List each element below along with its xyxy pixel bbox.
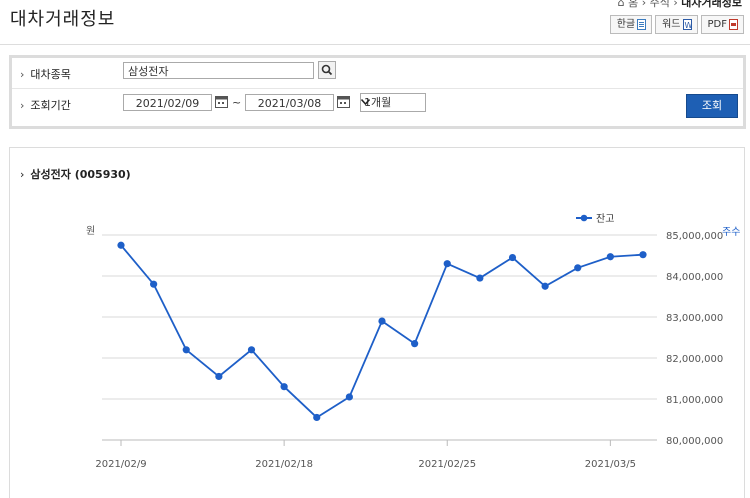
hwp-file-icon <box>637 19 647 30</box>
breadcrumb-home[interactable]: 홈 <box>628 0 638 9</box>
download-word-button[interactable]: 워드 W <box>655 15 698 34</box>
data-point <box>345 393 353 401</box>
download-hwp-button[interactable]: 한글 <box>609 15 653 34</box>
data-point <box>117 241 125 249</box>
download-buttons: 한글 워드 W PDF <box>609 15 744 34</box>
pdf-file-icon <box>729 19 738 30</box>
title-divider <box>0 44 750 45</box>
right-unit-label: 주수 <box>722 226 740 238</box>
data-point <box>606 253 614 261</box>
search-icon <box>321 64 333 76</box>
data-point <box>280 383 288 391</box>
stock-input[interactable]: 삼성전자 <box>123 62 314 79</box>
stock-search-button[interactable] <box>318 61 336 79</box>
date-to-input[interactable]: 2021/03/08 <box>245 94 334 111</box>
search-panel: 대차종목 삼성전자 조회기간 2021/02/09 ~ 2021/03/08 1… <box>9 55 746 129</box>
y-tick-label: 83,000,000 <box>666 313 723 324</box>
calendar-from-icon[interactable] <box>215 95 228 108</box>
word-file-icon: W <box>682 19 692 30</box>
data-point <box>150 280 158 288</box>
download-pdf-button[interactable]: PDF <box>700 15 744 34</box>
legend-marker <box>580 214 588 222</box>
chart-panel: 삼성전자 (005930) 85,000,00084,000,00083,000… <box>9 147 745 498</box>
svg-text:W: W <box>684 21 692 30</box>
series-line-잔고 <box>120 244 644 419</box>
y-tick-label: 80,000,000 <box>666 436 723 447</box>
data-point <box>411 340 419 348</box>
date-range-separator: ~ <box>232 96 242 109</box>
data-point <box>313 413 321 422</box>
home-icon[interactable]: ⌂ <box>618 0 625 9</box>
submit-button[interactable]: 조회 <box>686 94 738 118</box>
date-from-input[interactable]: 2021/02/09 <box>123 94 212 111</box>
stock-row: 대차종목 삼성전자 <box>12 58 743 89</box>
download-hwp-label: 한글 <box>616 19 636 30</box>
data-point <box>247 346 256 354</box>
data-point <box>508 253 517 262</box>
x-tick-label: 2021/02/9 <box>95 459 146 470</box>
range-select[interactable]: 1개월 <box>360 93 426 112</box>
y-tick-label: 85,000,000 <box>666 231 723 242</box>
data-point <box>476 274 484 282</box>
download-word-label: 워드 <box>662 19 681 30</box>
data-point <box>541 282 549 290</box>
legend-label: 잔고 <box>596 213 614 225</box>
data-point <box>443 260 451 268</box>
breadcrumb-current: 대차거래정보 <box>681 0 742 9</box>
y-tick-label: 81,000,000 <box>666 395 723 406</box>
x-tick-label: 2021/03/5 <box>585 459 636 470</box>
period-label: 조회기간 <box>20 97 70 113</box>
x-tick-label: 2021/02/25 <box>418 459 476 470</box>
y-tick-label: 84,000,000 <box>666 272 723 283</box>
data-point <box>639 251 647 259</box>
breadcrumb-stock[interactable]: 주식 <box>650 0 670 9</box>
data-point <box>574 264 582 272</box>
breadcrumb: ⌂ 홈 › 주식 › 대차거래정보 <box>618 0 742 10</box>
data-point <box>182 346 190 354</box>
balance-line-chart: 85,000,000 84,000,000 83,000,000 82,000,000… <box>86 213 740 470</box>
download-pdf-label: PDF <box>707 19 727 30</box>
y-tick-label: 82,000,000 <box>666 354 723 365</box>
calendar-to-icon[interactable] <box>337 95 350 108</box>
data-point <box>215 372 223 381</box>
data-point <box>378 317 386 325</box>
chevron-down-icon <box>361 99 370 105</box>
stock-label: 대차종목 <box>20 66 70 82</box>
left-unit-label: 원 <box>86 225 95 237</box>
page-title: 대차거래정보 <box>10 9 116 30</box>
period-row: 조회기간 2021/02/09 ~ 2021/03/08 1개월 조회 <box>12 89 743 119</box>
x-tick-label: 2021/02/18 <box>255 459 313 470</box>
